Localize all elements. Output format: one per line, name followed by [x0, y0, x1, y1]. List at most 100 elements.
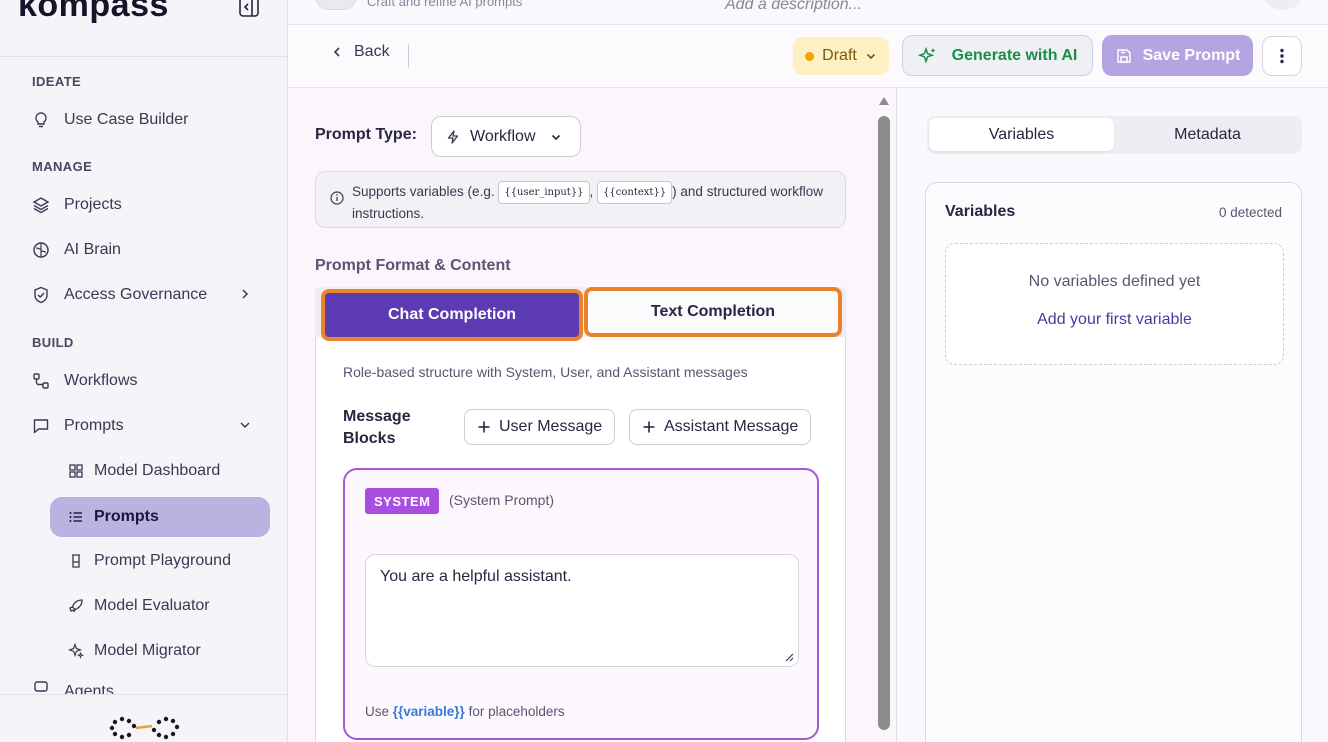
- collapse-sidebar-icon[interactable]: [238, 0, 260, 18]
- format-section-label: Prompt Format & Content: [315, 257, 511, 274]
- tab-metadata[interactable]: Metadata: [1115, 118, 1300, 151]
- add-user-label: User Message: [499, 418, 603, 435]
- chevron-left-icon: [333, 47, 340, 57]
- tab-text-completion[interactable]: Text Completion: [584, 287, 842, 337]
- info-text: ,: [589, 184, 598, 199]
- sidebar-item-label: Agents: [64, 683, 114, 694]
- sidebar-subitem-label: Model Evaluator: [94, 597, 210, 614]
- grid-icon: [69, 464, 83, 478]
- avatar[interactable]: [1264, 0, 1302, 10]
- sidebar-subitem-model-evaluator[interactable]: Model Evaluator: [50, 586, 270, 626]
- back-button[interactable]: Back: [330, 43, 390, 61]
- status-dropdown[interactable]: Draft: [793, 37, 889, 75]
- sidebar-subitem-prompts[interactable]: Prompts: [50, 497, 270, 537]
- sidebar-item-workflows[interactable]: Workflows: [32, 361, 260, 401]
- sidebar-subitem-prompt-playground[interactable]: Prompt Playground: [50, 541, 270, 581]
- prompt-type-label: Prompt Type:: [315, 126, 417, 143]
- prompt-type-value: Workflow: [470, 127, 536, 145]
- tab-variables[interactable]: Variables: [929, 118, 1114, 151]
- prompt-type-info: Supports variables (e.g. {{user_input}},…: [315, 171, 846, 228]
- variables-title: Variables: [945, 203, 1016, 220]
- side-panel-tabs: Variables Metadata: [927, 116, 1302, 154]
- brain-icon: [32, 241, 50, 259]
- page-header: Craft and refine AI prompts Add a descri…: [288, 0, 1328, 25]
- chevron-down-icon: [240, 422, 250, 429]
- status-dot: [805, 51, 815, 61]
- add-first-variable-link[interactable]: Add your first variable: [946, 311, 1283, 329]
- generate-with-ai-button[interactable]: Generate with AI: [902, 35, 1093, 76]
- system-prompt-text: You are a helpful assistant.: [380, 568, 572, 585]
- generate-label: Generate with AI: [951, 46, 1078, 64]
- sidebar-item-label: AI Brain: [64, 241, 121, 258]
- sidebar-item-label: Prompts: [64, 417, 124, 434]
- format-description: Role-based structure with System, User, …: [343, 364, 748, 380]
- save-label: Save Prompt: [1142, 46, 1241, 64]
- bot-icon: [32, 676, 50, 694]
- save-prompt-button[interactable]: Save Prompt: [1102, 35, 1253, 76]
- plus-icon: [478, 421, 490, 433]
- scroll-up-arrow[interactable]: [879, 97, 889, 105]
- status-label: Draft: [822, 47, 857, 64]
- system-message-block: SYSTEM (System Prompt) You are a helpful…: [343, 468, 819, 740]
- back-label: Back: [354, 43, 390, 60]
- sidebar-subitem-label: Model Dashboard: [94, 462, 221, 479]
- resize-handle-icon[interactable]: [784, 652, 794, 662]
- save-icon: [1116, 48, 1131, 63]
- sidebar-item-projects[interactable]: Projects: [32, 185, 260, 225]
- prompt-type-select[interactable]: Workflow: [431, 116, 581, 157]
- toolbar: Back Draft Generate with AI Save Prompt: [288, 25, 1328, 88]
- sidebar-item-agents[interactable]: Agents: [32, 676, 260, 694]
- add-assistant-message-button[interactable]: Assistant Message: [629, 409, 812, 445]
- flask-icon: [72, 554, 80, 568]
- message-blocks-label: Message Blocks: [343, 408, 411, 447]
- more-options-button[interactable]: [1262, 36, 1302, 76]
- sidebar-item-prompts[interactable]: Prompts: [32, 406, 260, 446]
- message-square-icon: [32, 417, 50, 435]
- sidebar-item-label: Projects: [64, 196, 122, 213]
- layers-icon: [32, 196, 50, 214]
- sparkles-icon: [68, 643, 84, 659]
- tab-chat-completion[interactable]: Chat Completion: [321, 289, 583, 341]
- variables-empty-state: No variables defined yet Add your first …: [945, 243, 1284, 365]
- system-role-subtitle: (System Prompt): [449, 492, 555, 508]
- brand-mark-icon: [109, 716, 180, 740]
- sidebar-item-use-case-builder[interactable]: Use Case Builder: [32, 100, 260, 140]
- section-label-build: BUILD: [32, 335, 74, 350]
- brand-logo: kompass: [18, 0, 169, 24]
- description-input[interactable]: Add a description...: [725, 0, 862, 14]
- chevron-right-icon: [242, 289, 249, 299]
- code-chip: {{user_input}}: [498, 181, 590, 204]
- sidebar-item-access-governance[interactable]: Access Governance: [32, 275, 260, 315]
- sidebar-subitem-model-migrator[interactable]: Model Migrator: [50, 631, 270, 671]
- plus-icon: [643, 421, 655, 433]
- sidebar-item-label: Workflows: [64, 372, 138, 389]
- add-user-message-button[interactable]: User Message: [464, 409, 616, 445]
- sidebar-item-label: Access Governance: [64, 286, 208, 303]
- chevron-down-icon: [551, 134, 560, 140]
- more-vertical-icon: [1280, 48, 1284, 64]
- section-label-ideate: IDEATE: [32, 74, 82, 89]
- page-icon-badge: [316, 0, 356, 10]
- system-prompt-textarea[interactable]: You are a helpful assistant.: [365, 554, 799, 667]
- side-panel: Variables Metadata Variables 0 detected …: [897, 88, 1328, 742]
- list-icon: [69, 512, 82, 522]
- divider: [408, 44, 409, 68]
- page-subtitle: Craft and refine AI prompts: [367, 0, 523, 9]
- info-text: Supports variables (e.g.: [352, 184, 499, 199]
- sidebar-subitem-model-dashboard[interactable]: Model Dashboard: [50, 451, 270, 491]
- section-label-manage: MANAGE: [32, 159, 93, 174]
- placeholder-hint: Use {{variable}} for placeholders: [365, 704, 565, 719]
- prompt-editor: Prompt Type: Workflow Supports variables…: [288, 88, 896, 742]
- zap-icon: [447, 129, 459, 144]
- variable-syntax: {{variable}}: [392, 704, 465, 719]
- divider: [0, 56, 288, 57]
- chevron-down-icon: [866, 53, 875, 60]
- variables-card: Variables 0 detected No variables define…: [925, 182, 1302, 742]
- sidebar-item-ai-brain[interactable]: AI Brain: [32, 230, 260, 270]
- sparkles-icon: [917, 46, 936, 64]
- info-icon: [330, 191, 344, 205]
- system-role-badge: SYSTEM: [365, 488, 440, 514]
- sidebar: kompass IDEATE Use Case Builder MANAGE P…: [0, 0, 288, 742]
- add-assistant-label: Assistant Message: [664, 418, 799, 435]
- editor-scrollbar[interactable]: [878, 116, 890, 730]
